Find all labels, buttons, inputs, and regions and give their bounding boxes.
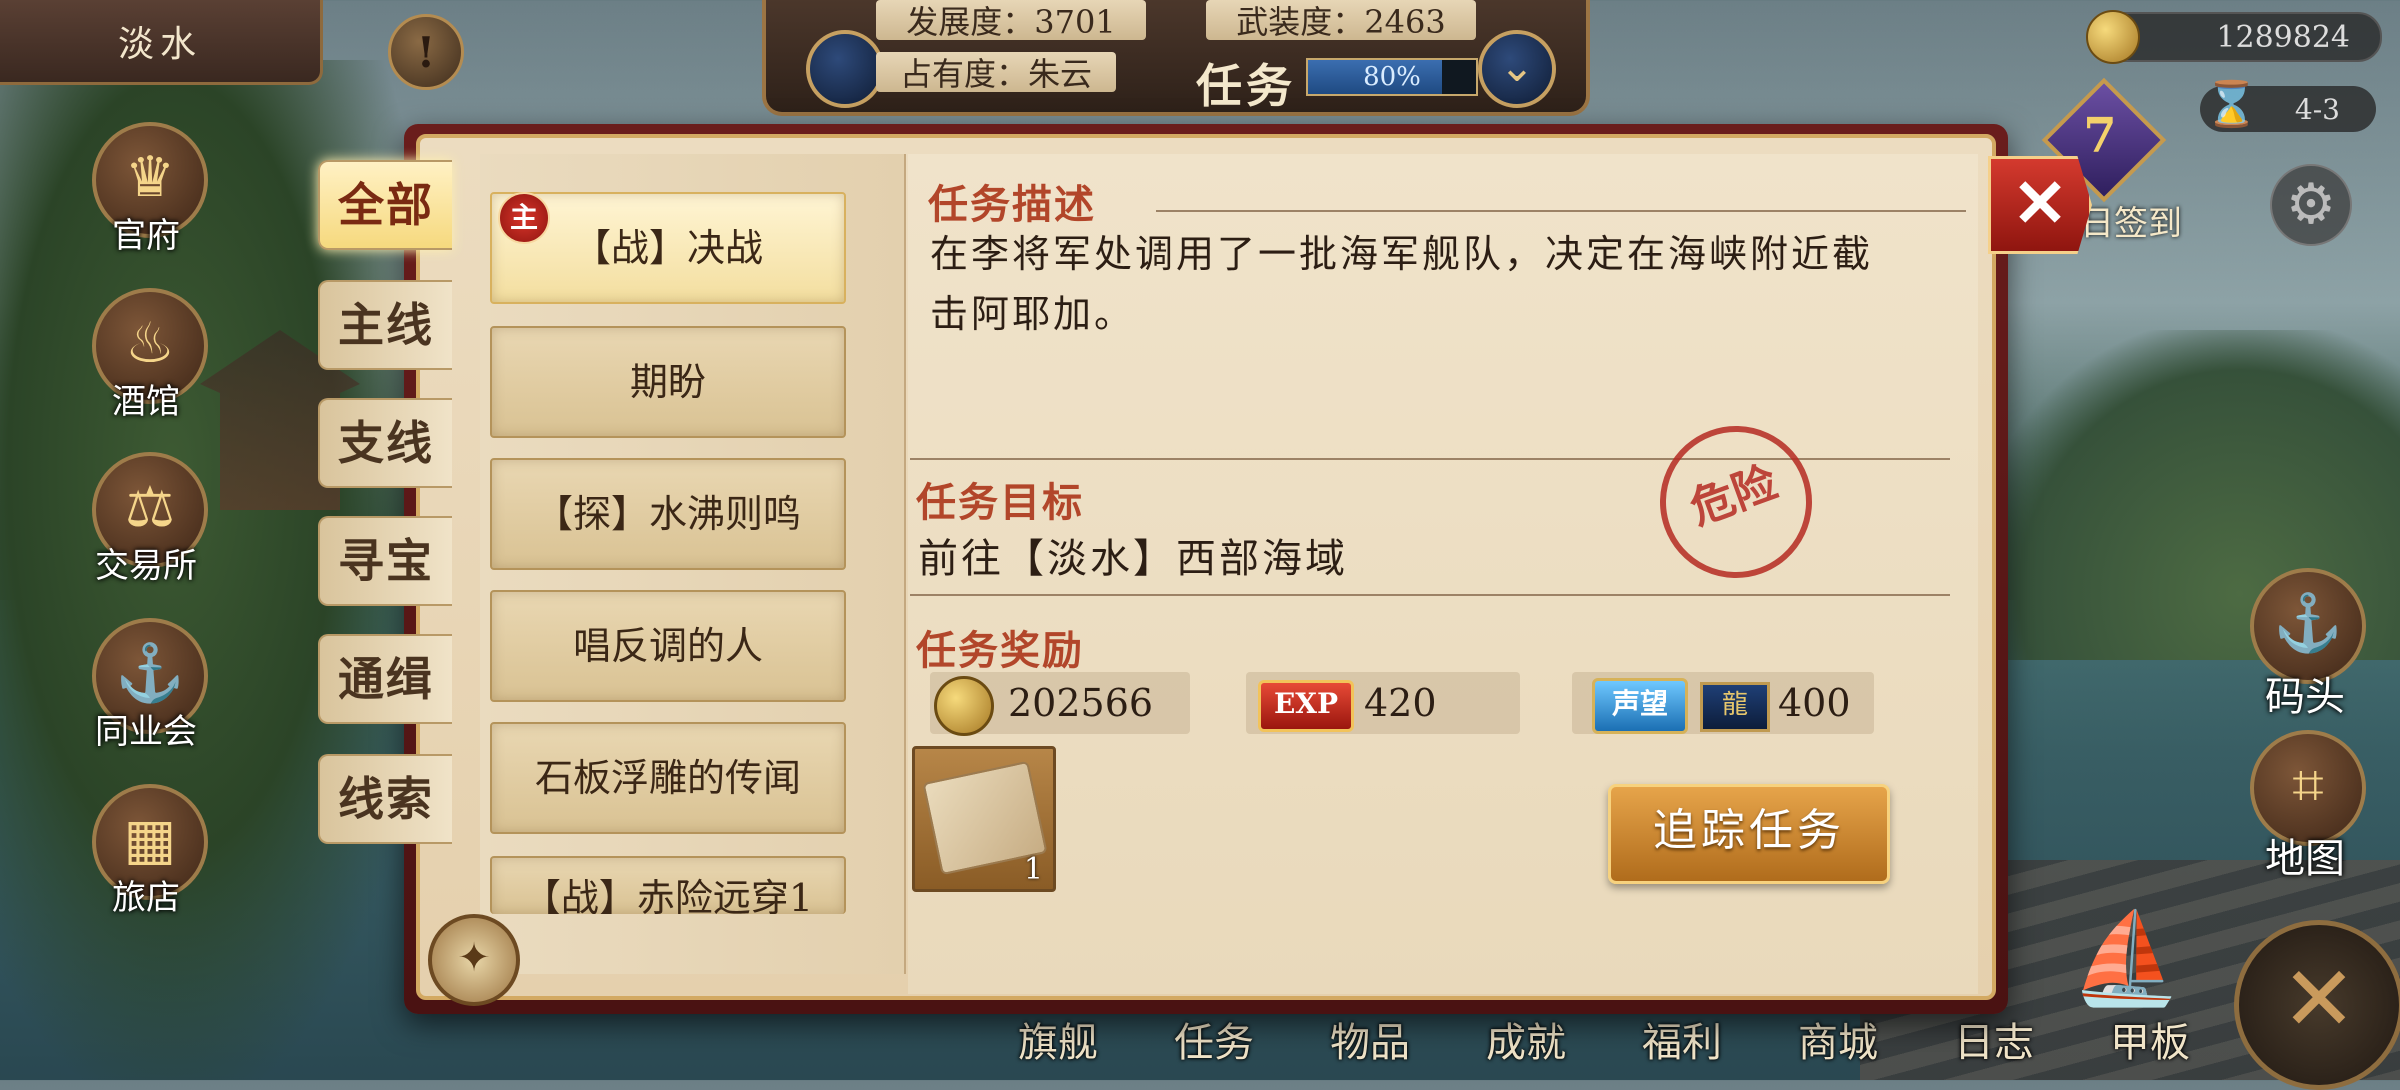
tab-all[interactable]: 全部 (318, 160, 452, 250)
city-menu-label: 同业会 (95, 712, 197, 752)
ship-icon[interactable]: ⛵ (2070, 906, 2182, 1016)
alert-button[interactable]: ! (388, 14, 464, 90)
armament-stat: 武装度：2463 (1206, 0, 1476, 41)
tab-clues[interactable]: 线索 (318, 754, 452, 844)
exclamation-icon: ! (416, 27, 436, 77)
main-quest-badge: 主 (498, 192, 550, 244)
exp-icon: EXP (1258, 680, 1354, 732)
target-text: 前往【淡水】西部海域 (918, 536, 1348, 582)
city-menu-tavern[interactable]: ♨ 酒馆 (86, 288, 208, 438)
exp-reward-value: 420 (1364, 681, 1437, 725)
time-counter[interactable]: ⌛ 4-3 (2200, 79, 2376, 132)
bottom-menu-deck[interactable]: 甲板 (2072, 1006, 2228, 1080)
bottom-menu-welfare[interactable]: 福利 (1604, 1006, 1760, 1080)
right-nav-label: 码头 (2265, 674, 2345, 720)
quest-item[interactable]: 唱反调的人 (490, 590, 846, 702)
reputation-icon: 声望 (1592, 678, 1688, 734)
dragon-flag-icon: 龍 (1700, 682, 1770, 732)
checkin-label: 日签到 (2080, 204, 2182, 244)
gold-value: 1289824 (2216, 20, 2350, 55)
track-quest-button[interactable]: 追踪任务 (1608, 784, 1890, 884)
compass-icon: ✦ (428, 914, 520, 1006)
bottom-menu-quests[interactable]: 任务 (1136, 1006, 1292, 1080)
quest-item[interactable]: 期盼 (490, 326, 846, 438)
location-plate[interactable]: 淡水 (0, 0, 323, 85)
checkin-count: 7 (2083, 108, 2117, 164)
tab-treasure[interactable]: 寻宝 (318, 516, 452, 606)
port-stats-panel: 发展度：3701 武装度：2463 占有度：朱云 任务 80% (762, 0, 1590, 116)
expand-chevron-icon[interactable] (1478, 30, 1556, 108)
gold-counter[interactable]: 1289824 (2086, 10, 2382, 64)
bottom-menu-log[interactable]: 日志 (1916, 1006, 2072, 1080)
description-title: 任务描述 (928, 181, 1096, 228)
crossed-swords-icon[interactable]: ✕ (2234, 920, 2400, 1090)
item-reward-slot[interactable]: 1 (912, 746, 1056, 892)
right-nav-map[interactable]: ⌗ 地图 (2240, 730, 2370, 890)
occupancy-stat: 占有度：朱云 (876, 52, 1116, 93)
progress-text: 80% (1363, 62, 1421, 92)
city-menu-inn[interactable]: ▦ 旅店 (86, 784, 208, 934)
right-nav-label: 地图 (2265, 836, 2345, 882)
gold-coin-icon (934, 676, 994, 736)
dragon-emblem-icon (806, 30, 884, 108)
reputation-reward-value: 400 (1778, 681, 1851, 725)
bottom-menu-items[interactable]: 物品 (1292, 1006, 1448, 1080)
target-title: 任务目标 (916, 479, 1084, 526)
city-menu-official[interactable]: ♛ 官府 (86, 122, 208, 272)
bottom-menu-shop[interactable]: 商城 (1760, 1006, 1916, 1080)
gold-reward-value: 202566 (1008, 681, 1154, 725)
city-menu-label: 交易所 (95, 546, 197, 586)
hourglass-icon: ⌛ (2204, 79, 2259, 130)
progress-bar: 80% (1306, 58, 1478, 96)
city-menu-guild[interactable]: ⚓ 同业会 (86, 618, 208, 768)
time-value: 4-3 (2294, 93, 2340, 126)
tab-side[interactable]: 支线 (318, 398, 452, 488)
reward-title: 任务奖励 (916, 627, 1084, 674)
right-nav-dock[interactable]: ⚓ 码头 (2240, 568, 2370, 728)
bottom-menu-achievements[interactable]: 成就 (1448, 1006, 1604, 1080)
description-text: 在李将军处调用了一批海军舰队，决定在海峡附近截击阿耶加。 (930, 232, 1874, 336)
city-menu-label: 官府 (112, 216, 180, 256)
item-count: 1 (1023, 852, 1043, 887)
close-icon[interactable]: ✕ (1988, 156, 2092, 254)
gear-icon[interactable]: ⚙ (2270, 164, 2352, 246)
gold-coin-icon (2086, 10, 2140, 64)
quest-item[interactable]: 【探】水沸则鸣 (490, 458, 846, 570)
development-stat: 发展度：3701 (876, 0, 1146, 41)
city-menu-label: 旅店 (112, 878, 180, 918)
quest-item[interactable]: 【战】赤险远穿1 (490, 856, 846, 914)
bottom-menu-flagship[interactable]: 旗舰 (980, 1006, 1136, 1080)
divider (910, 594, 1950, 596)
quest-item[interactable]: 石板浮雕的传闻 (490, 722, 846, 834)
city-menu-exchange[interactable]: ⚖ 交易所 (86, 452, 208, 602)
panel-title: 任务 (1196, 59, 1296, 113)
location-name: 淡水 (117, 24, 202, 65)
tab-main[interactable]: 主线 (318, 280, 452, 370)
divider (1156, 210, 1966, 212)
bottom-menu: 旗舰 任务 物品 成就 福利 商城 日志 甲板 (980, 1006, 2240, 1080)
tab-wanted[interactable]: 通缉 (318, 634, 452, 724)
city-menu-label: 酒馆 (112, 382, 180, 422)
